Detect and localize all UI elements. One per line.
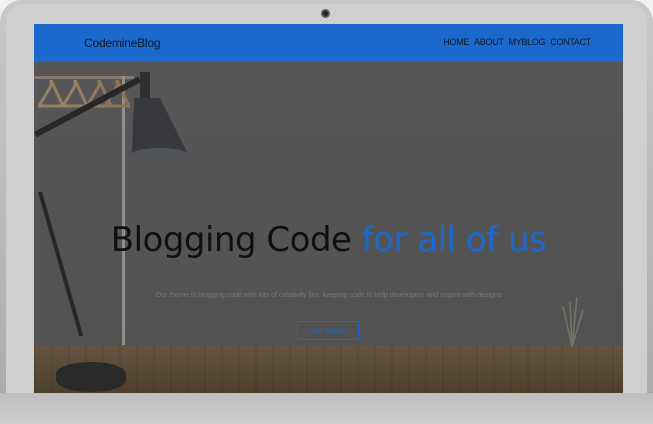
laptop-base	[0, 393, 653, 424]
nav-links: HOME ABOUT MYBLOG CONTACT	[443, 37, 591, 47]
hero-subtitle: Our theme is blogging code with lots of …	[155, 290, 502, 299]
lamp-arm	[38, 191, 84, 337]
get-action-button[interactable]: Get Action	[297, 321, 359, 340]
lamp-base	[56, 362, 126, 392]
nav-link-about[interactable]: ABOUT	[474, 37, 504, 47]
hero-section: Blogging Code for all of us Our theme is…	[34, 62, 623, 393]
desk-lamp-icon	[132, 72, 188, 160]
hero-title-accent: for all of us	[361, 220, 547, 260]
clothes-rack-icon	[34, 76, 134, 79]
nav-link-contact[interactable]: CONTACT	[550, 37, 591, 47]
hanger-icon	[38, 80, 64, 108]
brand-logo[interactable]: CodemineBlog	[84, 36, 161, 50]
rack-post	[122, 76, 125, 346]
navbar: CodemineBlog HOME ABOUT MYBLOG CONTACT	[34, 24, 623, 62]
nav-link-home[interactable]: HOME	[443, 37, 469, 47]
camera-icon	[321, 9, 330, 18]
laptop-screen: CodemineBlog HOME ABOUT MYBLOG CONTACT B…	[34, 24, 623, 393]
hero-title: Blogging Code for all of us	[34, 220, 623, 260]
plant-icon	[562, 296, 584, 347]
hero-title-main: Blogging Code	[110, 220, 352, 260]
nav-link-myblog[interactable]: MYBLOG	[509, 37, 546, 47]
